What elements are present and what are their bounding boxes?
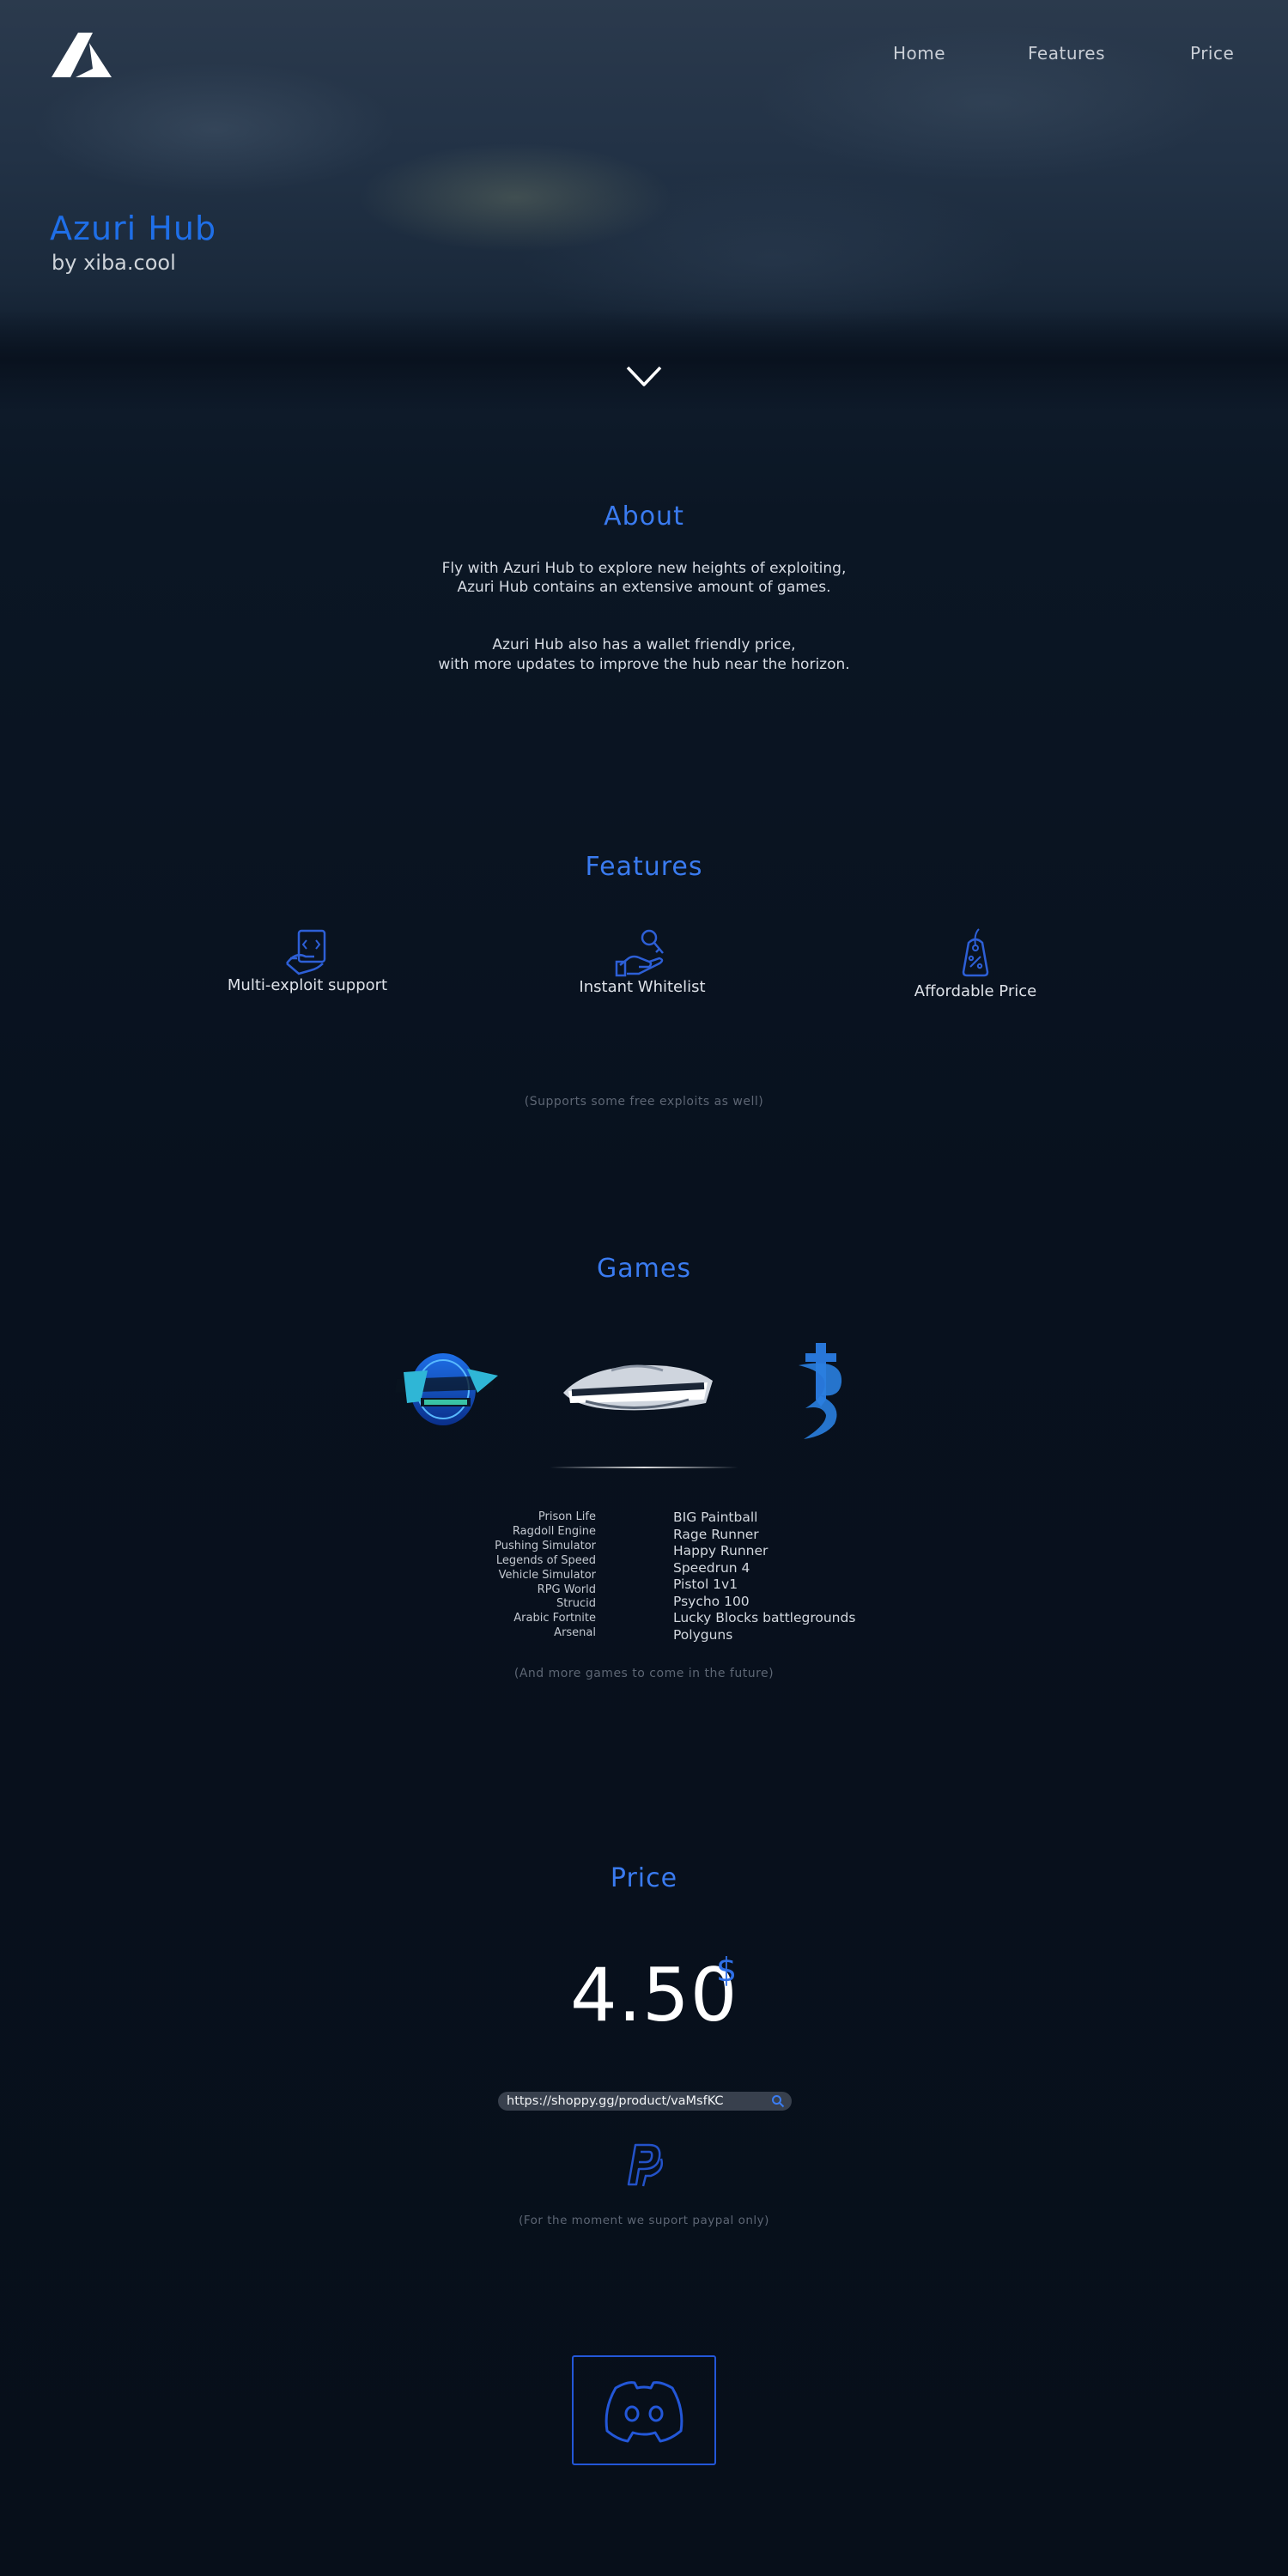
- about-line-3: Azuri Hub also has a wallet friendly pri…: [492, 636, 796, 653]
- list-item: Psycho 100: [673, 1593, 750, 1609]
- code-document-icon: [285, 929, 326, 975]
- games-list-left: Prison Life Ragdoll Engine Pushing Simul…: [447, 1510, 596, 1641]
- discord-button[interactable]: [572, 2355, 716, 2465]
- product-url-bar[interactable]: [498, 2092, 792, 2111]
- feature-label: Multi-exploit support: [227, 976, 388, 994]
- list-item: Strucid: [556, 1597, 596, 1611]
- divider: [550, 1467, 738, 1468]
- feature-label: Affordable Price: [914, 982, 1037, 1000]
- discord-icon: [605, 2381, 683, 2443]
- list-item: Legends of Speed: [495, 1553, 596, 1567]
- list-item: Polyguns: [673, 1626, 733, 1643]
- list-item: Ragdoll Engine: [512, 1524, 596, 1538]
- list-item: RPG World: [537, 1583, 596, 1596]
- hero-title: Azuri Hub: [50, 210, 217, 247]
- list-item: Speedrun 4: [673, 1559, 750, 1576]
- list-item: Prison Life: [538, 1510, 596, 1523]
- nav-features[interactable]: Features: [1028, 43, 1105, 64]
- bad-business-logo[interactable]: [560, 1360, 716, 1415]
- games-title: Games: [597, 1254, 691, 1284]
- about-line-2: Azuri Hub contains an extensive amount o…: [457, 579, 831, 596]
- list-item: Pistol 1v1: [673, 1577, 738, 1592]
- hero-subtitle: by xiba.cool: [52, 251, 176, 275]
- features-note: (Supports some free exploits as well): [524, 1095, 764, 1109]
- about-line-4: with more updates to improve the hub nea…: [438, 656, 850, 673]
- list-item: Arsenal: [554, 1626, 596, 1640]
- jailbreak-logo[interactable]: [392, 1350, 501, 1431]
- price-title: Price: [610, 1863, 678, 1893]
- price-currency: $: [716, 1951, 738, 1989]
- price-note: (For the moment we suport paypal only): [519, 2214, 769, 2227]
- features-title: Features: [585, 852, 703, 882]
- azure-logo-icon[interactable]: [50, 31, 113, 79]
- nav-price[interactable]: Price: [1190, 43, 1234, 64]
- list-item: Arabic Fortnite: [513, 1612, 596, 1625]
- about-line-1: Fly with Azuri Hub to explore new height…: [441, 560, 847, 577]
- list-item: Happy Runner: [673, 1543, 769, 1558]
- feature-instant-whitelist: Instant Whitelist: [513, 926, 771, 999]
- list-item: Vehicle Simulator: [498, 1568, 596, 1582]
- list-item: BIG Paintball: [673, 1510, 758, 1525]
- price-tag-icon: [962, 928, 989, 977]
- sword-logo[interactable]: [792, 1340, 850, 1441]
- about-title: About: [604, 501, 684, 532]
- paypal-icon[interactable]: [623, 2142, 665, 2188]
- hand-key-icon: [615, 929, 664, 977]
- list-item: Rage Runner: [673, 1526, 759, 1542]
- mountain-ridge: [0, 309, 1288, 412]
- price-amount: 4.50: [570, 1953, 738, 2038]
- feature-label: Instant Whitelist: [579, 978, 706, 996]
- games-note: (And more games to come in the future): [513, 1667, 775, 1680]
- product-url-input[interactable]: [507, 2094, 771, 2108]
- search-icon[interactable]: [771, 2094, 785, 2108]
- list-item: Lucky Blocks battlegrounds: [673, 1610, 856, 1625]
- feature-multi-exploit: Multi-exploit support: [179, 926, 436, 999]
- games-list-right: BIG Paintball Rage Runner Happy Runner S…: [673, 1510, 931, 1643]
- chevron-down-icon[interactable]: [625, 364, 663, 388]
- nav-home[interactable]: Home: [893, 43, 945, 64]
- list-item: Pushing Simulator: [495, 1539, 596, 1552]
- feature-affordable-price: Affordable Price: [847, 926, 1104, 1000]
